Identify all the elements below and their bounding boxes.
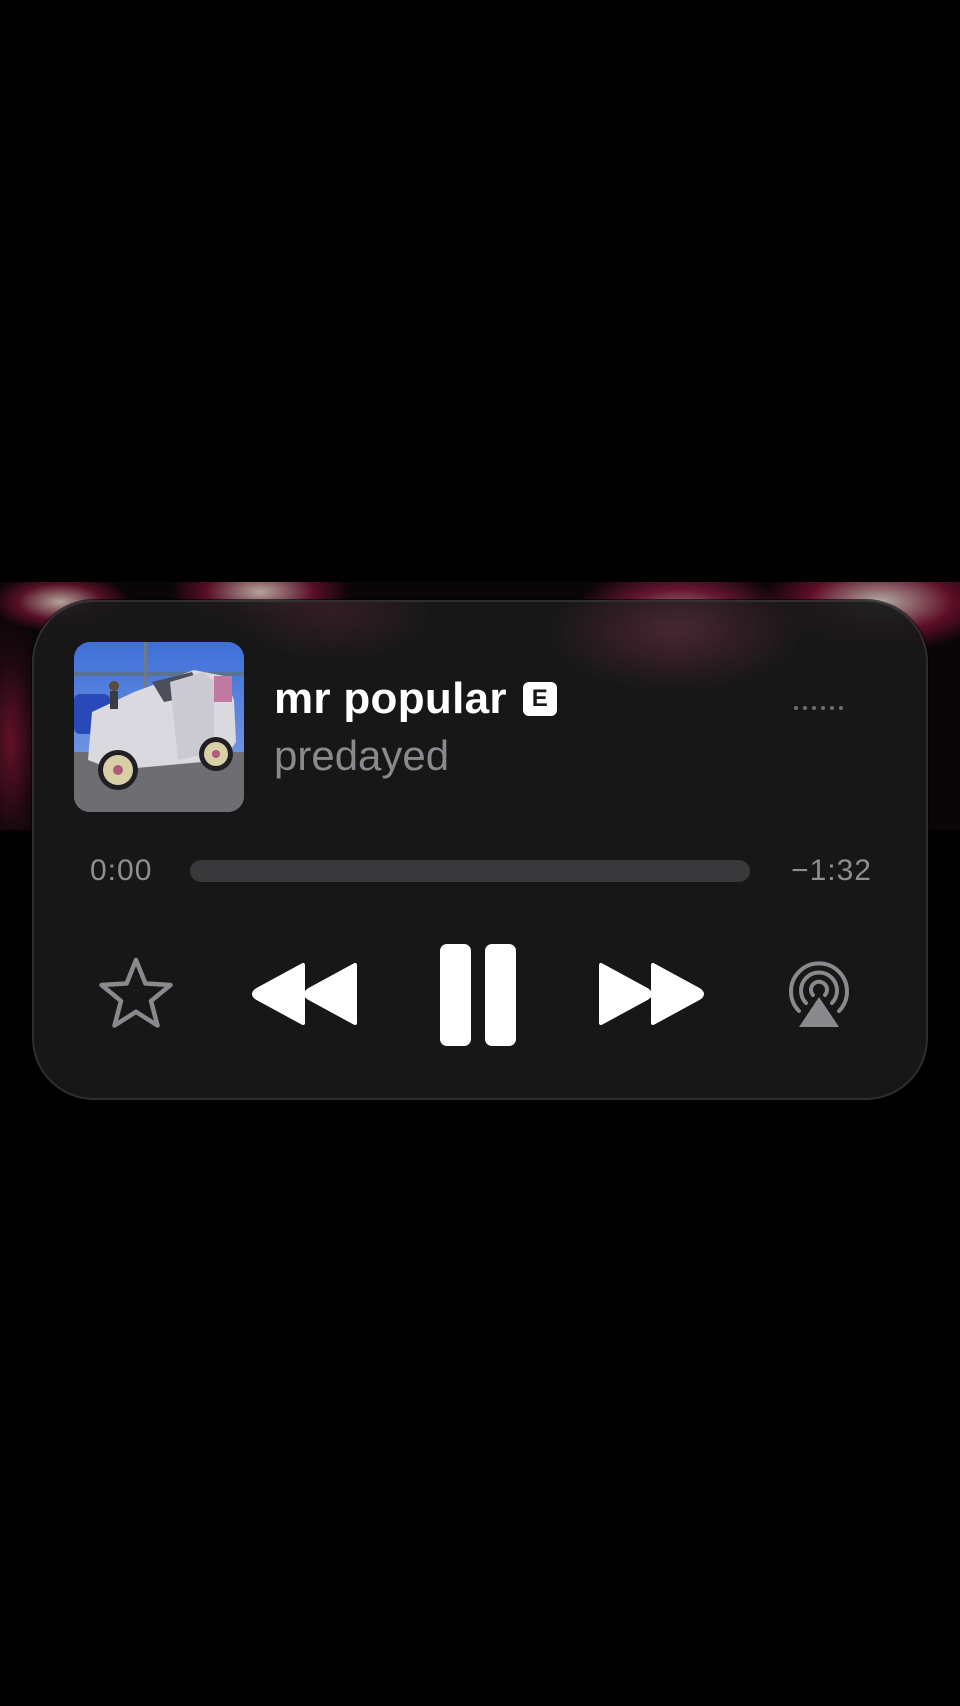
elapsed-time: 0:00 — [90, 854, 153, 887]
rewind-icon — [252, 963, 357, 1025]
previous-track-button[interactable] — [250, 954, 360, 1034]
track-title[interactable]: mr popular — [274, 674, 507, 724]
artist-name[interactable]: predayed — [274, 732, 449, 780]
more-options-icon[interactable] — [794, 706, 843, 710]
remaining-time: −1:32 — [791, 854, 872, 887]
airplay-button[interactable] — [784, 958, 854, 1030]
progress-scrubber[interactable] — [190, 860, 750, 882]
airplay-audio-icon — [789, 961, 849, 1027]
star-icon — [99, 957, 173, 1028]
explicit-badge: E — [522, 682, 557, 716]
album-artwork[interactable] — [74, 642, 244, 812]
fast-forward-icon — [599, 963, 704, 1025]
album-artwork-image — [74, 642, 244, 812]
play-pause-button[interactable] — [438, 940, 518, 1050]
favorite-button[interactable] — [96, 954, 176, 1034]
pause-icon — [440, 944, 516, 1046]
now-playing-widget: mr popular E predayed 0:00 −1:32 — [32, 600, 928, 1100]
next-track-button[interactable] — [596, 954, 706, 1034]
track-title-row: mr popular E — [274, 674, 557, 724]
